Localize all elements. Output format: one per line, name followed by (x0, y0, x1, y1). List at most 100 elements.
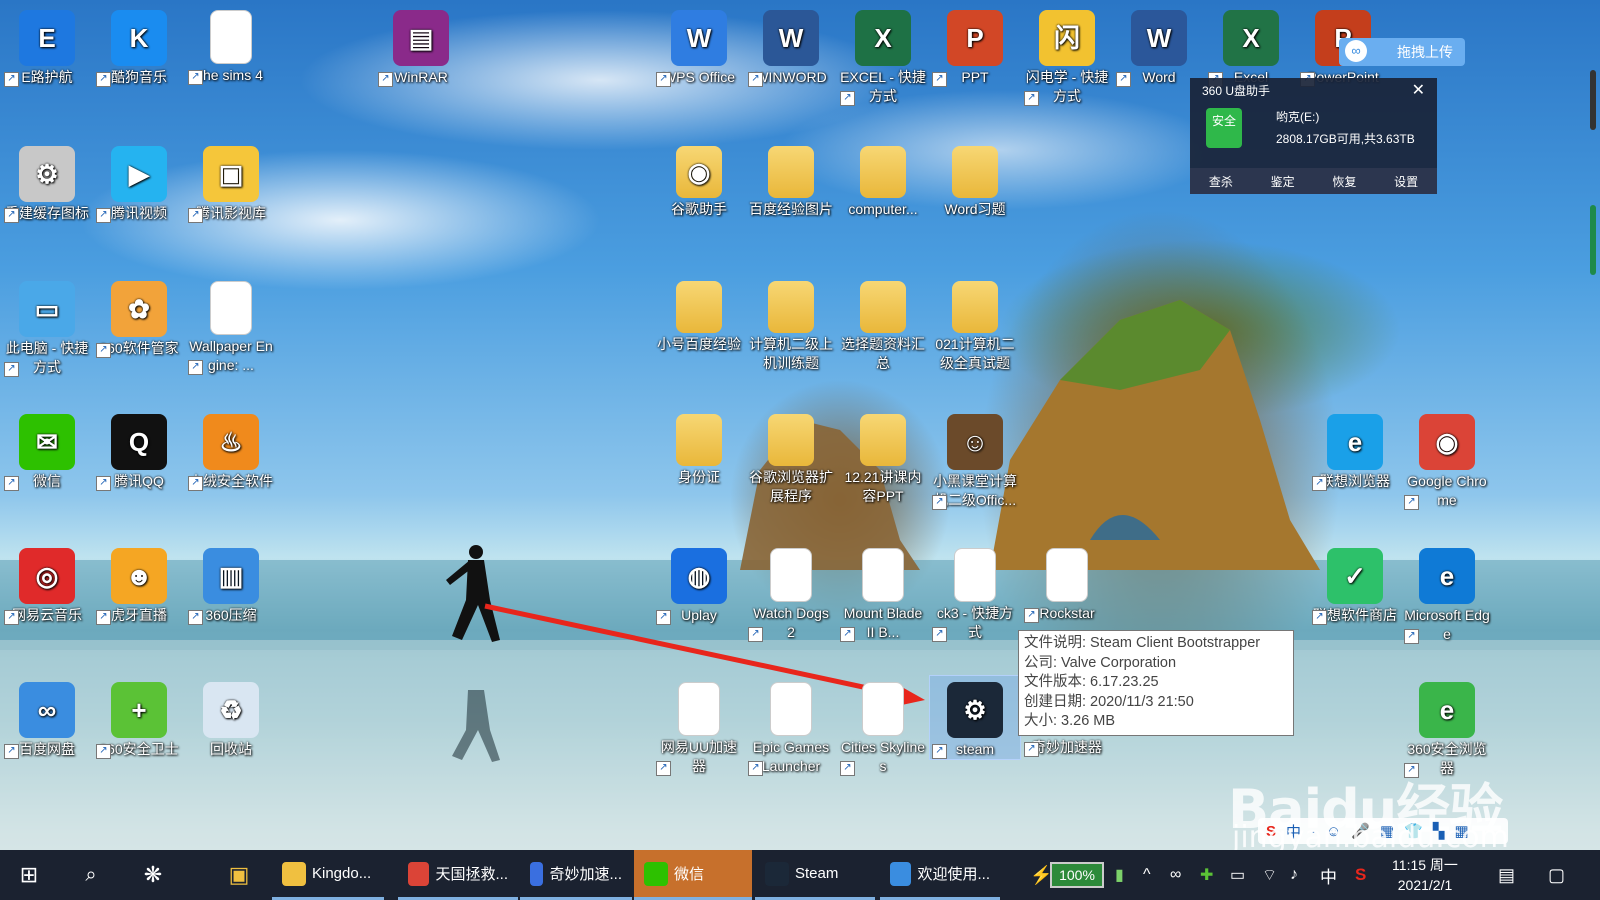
desktop-icon-021[interactable]: 021计算机二级全真试题 (930, 275, 1020, 373)
desktop-icon-uu[interactable]: ↗ 网易UU加速器 (654, 676, 744, 776)
desktop-icon-uplay[interactable]: ↗ ◍ Uplay (654, 542, 744, 625)
desktop-icon-watch-dogs-2[interactable]: ↗ Watch Dogs 2 (746, 542, 836, 642)
desktop-icon-29[interactable]: 身份证 (654, 408, 744, 487)
desktop-icon-qq[interactable]: ↗ Q 腾讯QQ (94, 408, 184, 491)
desktop-icon-wallpaper-engine[interactable]: ↗ Wallpaper Engine: ... (186, 275, 276, 375)
shortcut-arrow-icon: ↗ (932, 72, 947, 87)
desktop-icon-12-21-ppt[interactable]: 12.21讲课内容PPT (838, 408, 928, 506)
shortcut-arrow-icon: ↗ (4, 362, 19, 377)
drag-upload-button[interactable]: ∞ 拖拽上传 (1339, 38, 1465, 66)
desktop-icon-1[interactable]: ↗ K 酷狗音乐 (94, 4, 184, 87)
desktop-icon-the-sims-4[interactable]: ↗ the sims 4 (186, 4, 276, 85)
scrollbar-thumb[interactable] (1590, 70, 1596, 130)
desktop-icon-23[interactable]: 计算机二级上机训练题 (746, 275, 836, 373)
desktop-icon-microsoft-edge[interactable]: ↗ e Microsoft Edge (1402, 542, 1492, 644)
shortcut-arrow-icon: ↗ (748, 72, 763, 87)
desktop-icon-45[interactable]: ↗ ∞ 百度网盘 (2, 676, 92, 759)
desktop-icon-47[interactable]: ♻ 回收站 (186, 676, 276, 759)
desktop-icon-ck3[interactable]: ↗ ck3 - 快捷方式 (930, 542, 1020, 642)
desktop-icon-8[interactable]: ↗ 闪闪电学 - 快捷方式 (1022, 4, 1112, 106)
desktop-icon-excel[interactable]: ↗ X EXCEL - 快捷方式 (838, 4, 928, 106)
battery-indicator[interactable]: 100% (1050, 862, 1104, 888)
shortcut-arrow-icon: ↗ (932, 627, 947, 642)
notes-icon[interactable]: ▤ (1498, 850, 1515, 900)
shortcut-arrow-icon: ↗ (656, 72, 671, 87)
desktop-icon-13[interactable]: ↗ ▶ 腾讯视频 (94, 140, 184, 223)
restore-button[interactable]: 恢复 (1332, 173, 1356, 190)
taskbar-app-4[interactable]: Steam (755, 850, 875, 900)
start-button[interactable]: ⊞ (14, 850, 44, 900)
app-icon (210, 281, 252, 335)
app-icon: e (1419, 548, 1475, 604)
desktop-icon-28[interactable]: ↗ ♨ 火绒安全软件 (186, 408, 276, 491)
desktop-icon-winrar[interactable]: ↗ ▤ WinRAR (376, 4, 466, 87)
cloud-tray-icon[interactable]: ∞ (1170, 850, 1181, 900)
desktop-icon-e[interactable]: ↗ E E路护航 (2, 4, 92, 87)
desktop-icon-steam[interactable]: ↗ ⚙ steam (929, 675, 1021, 760)
desktop-icon-15[interactable]: ◉ 谷歌助手 (654, 140, 744, 219)
settings-button[interactable]: 设置 (1394, 173, 1418, 190)
desktop-icon-43[interactable]: ↗ ✓ 联想软件商店 (1310, 542, 1400, 625)
chevron-up-icon[interactable]: ^ (1143, 850, 1151, 900)
desktop-icon-26[interactable]: ↗ ✉ 微信 (2, 408, 92, 491)
desktop-icon-mount-blade-ii-b[interactable]: ↗ Mount Blade II B... (838, 542, 928, 642)
sogou-tray-icon[interactable]: S (1355, 850, 1366, 900)
drag-upload-label: 拖拽上传 (1397, 44, 1453, 60)
app-icon (860, 414, 906, 466)
desktop-icon-360[interactable]: ↗ ✿ 360软件管家 (94, 275, 184, 358)
360-tray-icon[interactable]: ✚ (1200, 850, 1213, 900)
app-icon (676, 281, 722, 333)
desktop-icon-winword[interactable]: ↗ W WINWORD (746, 4, 836, 87)
desktop-icon-33[interactable]: ↗ e 联想浏览器 (1310, 408, 1400, 491)
desktop-icon-epic-games-launcher[interactable]: ↗ Epic Games Launcher (746, 676, 836, 776)
desktop-icon-360[interactable]: ↗ e 360安全浏览器 (1402, 676, 1492, 778)
desktop-icon-rockstar[interactable]: ↗ Rockstar (1022, 542, 1112, 623)
action-center-icon[interactable]: ▢ (1548, 850, 1565, 900)
desktop-icon-word[interactable]: Word习题 (930, 140, 1020, 219)
usb-panel-actions: 查杀 鉴定 恢复 设置 (1190, 168, 1437, 194)
desktop-icon-35[interactable]: ↗ ◎ 网易云音乐 (2, 542, 92, 625)
desktop-icon-offic[interactable]: ↗ ☺ 小黑课堂计算机二级Offic... (930, 408, 1020, 510)
desktop-icon-19[interactable]: ↗ ▭ 此电脑 - 快捷方式 (2, 275, 92, 377)
taskbar-app-0[interactable]: Kingdo... (272, 850, 384, 900)
desktop-icon-excel[interactable]: ↗XExcel (1206, 4, 1296, 87)
desktop-icon-360[interactable]: ↗ +360安全卫士 (94, 676, 184, 759)
shortcut-arrow-icon: ↗ (656, 610, 671, 625)
wifi-icon[interactable]: ⌔ (1262, 850, 1277, 900)
file-info-tooltip: 文件说明: Steam Client Bootstrapper 公司: Valv… (1018, 630, 1294, 736)
identify-button[interactable]: 鉴定 (1271, 173, 1295, 190)
close-icon[interactable]: ✕ (1412, 80, 1425, 100)
desktop-icon-16[interactable]: 百度经验图片 (746, 140, 836, 219)
desktop-icon-google-chrome[interactable]: ↗ ◉ Google Chrome (1402, 408, 1492, 510)
desktop-icon-36[interactable]: ↗ ☻ 虎牙直播 (94, 542, 184, 625)
shortcut-arrow-icon: ↗ (4, 610, 19, 625)
store-icon[interactable]: ▣ (222, 850, 256, 900)
taskbar-app-2[interactable]: 奇妙加速... (520, 850, 632, 900)
taskbar-app-1[interactable]: 天国拯救... (398, 850, 518, 900)
taskbar-app-5[interactable]: 欢迎使用... (880, 850, 1000, 900)
desktop-icon-22[interactable]: 小号百度经验 (654, 275, 744, 354)
desktop-icon-360[interactable]: ↗ ▥ 360压缩 (186, 542, 276, 625)
app-icon: E (19, 10, 75, 66)
ime-indicator[interactable]: 中 (1320, 850, 1337, 900)
tooltip-created: 创建日期: 2020/11/3 21:50 (1024, 693, 1194, 710)
taskbar-clock[interactable]: 11:15 周一 2021/2/1 (1385, 855, 1465, 895)
desktop-icon-24[interactable]: 选择题资料汇总 (838, 275, 928, 373)
volume-icon[interactable]: ♪ (1290, 850, 1298, 900)
desktop-icon-computer[interactable]: computer... (838, 140, 928, 219)
scan-button[interactable]: 查杀 (1209, 173, 1233, 190)
app-icon (862, 548, 904, 602)
task-view-icon[interactable]: ❋ (136, 850, 170, 900)
floating-widget[interactable] (1590, 205, 1596, 275)
desktop-icon-12[interactable]: ↗ ⚙ 重建缓存图标 (2, 140, 92, 223)
taskbar-app-3[interactable]: 微信 (634, 850, 752, 900)
desktop-icon-cities-skylines[interactable]: ↗ Cities Skylines (838, 676, 928, 776)
desktop-icon-label: Word习题 (944, 201, 1006, 217)
desktop-icon-ppt[interactable]: ↗ P PPT (930, 4, 1020, 87)
search-icon[interactable]: ⌕ (76, 850, 106, 900)
desktop-icon-wps-office[interactable]: ↗ W WPS Office (654, 4, 744, 87)
desktop-icon-14[interactable]: ↗ ▣ 腾讯影视库 (186, 140, 276, 223)
usb-tray-icon[interactable]: ▭ (1230, 850, 1245, 900)
desktop-icon-word[interactable]: ↗ W Word (1114, 4, 1204, 87)
desktop-icon-30[interactable]: 谷歌浏览器扩展程序 (746, 408, 836, 506)
